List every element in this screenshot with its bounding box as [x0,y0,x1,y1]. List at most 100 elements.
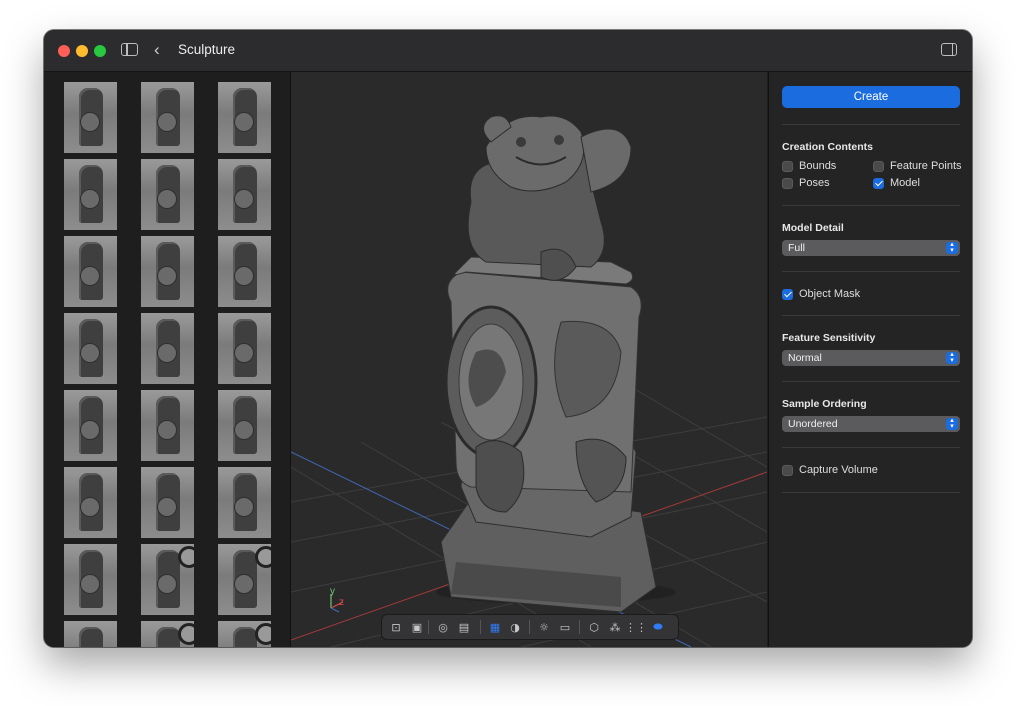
frame-icon[interactable]: ⊡ [388,619,404,635]
model-checkbox[interactable] [873,177,884,189]
contrast-icon[interactable]: ◑ [507,619,523,635]
thumbnail-detail [157,343,177,363]
dot-grid-icon[interactable]: ⋮⋮ [625,619,647,635]
bounds-label: Bounds [799,160,837,172]
model-checkbox-row[interactable]: Model [873,177,920,189]
thumbnail-detail [157,112,177,132]
thumbnail-detail [157,189,177,209]
image-thumbnail[interactable] [64,467,117,538]
object-mask-checkbox[interactable] [782,288,793,300]
thumbnail-detail [80,420,100,440]
image-thumbnail[interactable] [141,82,194,153]
model-label: Model [890,177,920,189]
circle-frame-icon[interactable]: ◎ [435,619,451,635]
image-thumbnail[interactable] [218,313,271,384]
inspector-toggle-icon[interactable] [941,43,957,56]
thumbnail-detail [234,343,254,363]
divider [782,492,960,493]
image-thumbnail[interactable] [218,159,271,230]
bounds-checkbox[interactable] [782,160,793,172]
image-thumbnail[interactable] [218,390,271,461]
feature-points-checkbox-row[interactable]: Feature Points [873,160,962,172]
image-thumbnail[interactable] [218,467,271,538]
rectangle-icon[interactable]: ▭ [557,619,573,635]
light-icon[interactable]: ☼ [536,619,552,635]
image-thumbnail[interactable] [218,544,271,615]
thumbnail-detail [157,574,177,594]
image-thumbnail[interactable] [64,390,117,461]
bounds-checkbox-row[interactable]: Bounds [782,160,836,172]
capture-volume-checkbox[interactable] [782,464,793,476]
thumbnail-detail [80,266,100,286]
thumbnail-detail [234,266,254,286]
divider [782,315,960,316]
thumbnail-detail [80,574,100,594]
model-detail-select[interactable]: Full ▴ ▾ [782,240,960,256]
divider [782,205,960,206]
sample-ordering-select[interactable]: Unordered ▴ ▾ [782,416,960,432]
image-thumbnail[interactable] [141,390,194,461]
object-mask-label: Object Mask [799,288,861,300]
object-mask-checkbox-row[interactable]: Object Mask [782,288,860,300]
capture-volume-checkbox-row[interactable]: Capture Volume [782,464,878,476]
image-thumbnail[interactable] [64,82,117,153]
toolbar-separator [428,620,429,634]
platform-icon[interactable]: ⬬ [650,619,666,635]
portrait-icon[interactable]: ▣ [409,619,425,635]
image-thumbnail[interactable] [64,236,117,307]
thumbnail-detail [80,189,100,209]
feature-points-checkbox[interactable] [873,160,884,172]
cube-icon[interactable]: ⬡ [586,619,602,635]
feature-sensitivity-select[interactable]: Normal ▴ ▾ [782,350,960,366]
thumbnail-detail [80,497,100,517]
thumbnail-detail [234,112,254,132]
capture-volume-label: Capture Volume [799,464,878,476]
image-thumbnail[interactable] [64,621,117,647]
image-thumbnail[interactable] [141,313,194,384]
photo-stack-icon[interactable]: ▤ [456,619,472,635]
axis-z-label: z [339,597,344,608]
image-thumbnail[interactable] [218,82,271,153]
thumbnail-detail [234,420,254,440]
create-button[interactable]: Create [782,86,960,108]
thumbnail-detail [255,623,271,645]
thumbnail-detail [178,623,194,645]
toolbar-separator [480,620,481,634]
image-thumbnail[interactable] [141,159,194,230]
points-icon[interactable]: ⁂ [607,619,623,635]
image-thumbnail[interactable] [141,236,194,307]
sidebar-toggle-icon[interactable] [121,43,138,56]
back-chevron-icon[interactable]: ‹ [154,40,160,60]
close-button[interactable] [58,45,70,57]
image-thumbnail[interactable] [218,236,271,307]
image-thumbnail[interactable] [141,467,194,538]
poses-checkbox-row[interactable]: Poses [782,177,830,189]
divider [782,124,960,125]
minimize-button[interactable] [76,45,88,57]
sculpture-model [436,115,676,613]
zoom-button[interactable] [94,45,106,57]
app-window: ‹ Sculpture y z ⊡ ▣ ◎ ▤ ▦ ◑ ☼ ▭ ⬡ ⁂ ⋮⋮ ⬬… [44,30,972,647]
image-thumbnail[interactable] [141,544,194,615]
thumbnail-detail [80,343,100,363]
inspector-panel: Create Creation Contents Bounds Feature … [768,72,972,647]
image-thumbnail[interactable] [141,621,194,647]
thumbnail-detail [234,497,254,517]
creation-contents-label: Creation Contents [782,141,874,153]
model-viewport[interactable]: y z ⊡ ▣ ◎ ▤ ▦ ◑ ☼ ▭ ⬡ ⁂ ⋮⋮ ⬬ [291,72,767,647]
feature-sensitivity-label: Feature Sensitivity [782,332,876,344]
thumbnail-detail [234,574,254,594]
popup-stepper-icon: ▴ ▾ [946,351,958,364]
toolbar-separator [529,620,530,634]
thumbnail-detail [157,497,177,517]
grid-icon[interactable]: ▦ [487,619,503,635]
model-detail-label: Model Detail [782,222,844,234]
poses-label: Poses [799,177,830,189]
thumbnail-photo [233,627,257,647]
image-thumbnail[interactable] [64,159,117,230]
title-bar: ‹ Sculpture [44,30,972,72]
image-thumbnail[interactable] [64,313,117,384]
poses-checkbox[interactable] [782,177,793,189]
image-thumbnail[interactable] [218,621,271,647]
image-thumbnail[interactable] [64,544,117,615]
